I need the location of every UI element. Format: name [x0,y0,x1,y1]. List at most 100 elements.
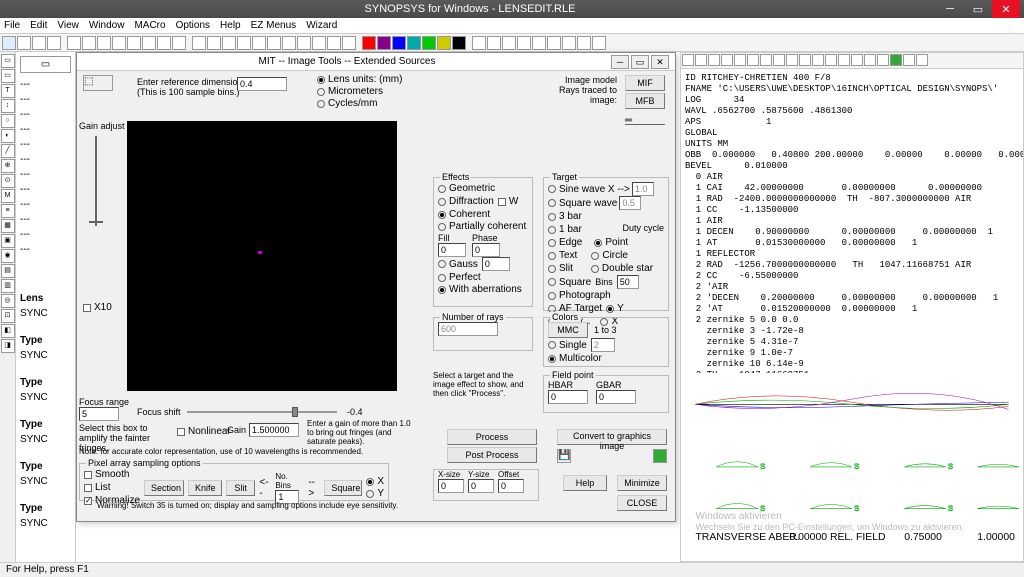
radio-sine[interactable]: Sine wave X --> [548,183,630,195]
slit-button[interactable]: Slit [226,480,255,496]
tool-btn[interactable]: ⊕ [1,159,15,173]
sampling-x[interactable]: X [366,476,384,487]
close-button[interactable]: ✕ [992,0,1020,18]
toolbar-color[interactable] [407,36,421,50]
toolbar-color[interactable] [362,36,376,50]
toolbar-btn[interactable] [222,36,236,50]
menu-window[interactable]: Window [89,20,125,31]
toolbar-btn[interactable] [172,36,186,50]
mmc-button[interactable]: MMC [548,322,588,338]
section-button[interactable]: Section [144,480,184,496]
menu-ezmenus[interactable]: EZ Menus [251,20,297,31]
toolbar-btn[interactable] [592,36,606,50]
help-button[interactable]: Help [563,475,607,491]
tool-btn[interactable]: ⊡ [1,309,15,323]
radio-gauss[interactable]: Gauss [438,259,478,270]
toolbar-btn[interactable] [682,54,694,66]
focus-slider[interactable] [187,411,337,413]
tool-btn[interactable]: ◨ [1,339,15,353]
maximize-button[interactable]: ▭ [964,0,992,18]
radio-3bar[interactable]: 3 bar [548,211,664,222]
gain-input[interactable] [249,423,299,437]
tool-btn[interactable]: ▤ [1,264,15,278]
tool-btn[interactable]: ⊙ [1,174,15,188]
fill-input[interactable] [438,243,466,257]
offset-input[interactable] [498,479,524,493]
ysize-input[interactable] [468,479,494,493]
rays-input[interactable] [438,322,498,336]
tool-btn[interactable]: ◐ [1,129,15,143]
tool-btn[interactable]: ↕ [1,99,15,113]
toolbar-btn[interactable] [297,36,311,50]
toolbar-btn[interactable] [237,36,251,50]
toolbar-btn[interactable] [82,36,96,50]
radio-coherent[interactable]: Coherent [438,209,528,220]
list-check[interactable]: List [84,482,140,493]
toolbar-color[interactable] [377,36,391,50]
radio-single[interactable]: Single [548,340,587,351]
dialog-close[interactable]: ✕ [651,55,669,69]
radio-text[interactable]: Text [548,250,577,261]
toolbar-btn[interactable] [342,36,356,50]
toolbar-btn[interactable] [502,36,516,50]
convert-button[interactable]: Convert to graphics image [557,429,667,445]
toolbar-btn[interactable] [252,36,266,50]
dialog-minimize[interactable]: ─ [611,55,629,69]
gauss-input[interactable] [482,257,510,271]
radio-perfect[interactable]: Perfect [438,272,528,283]
radio-double[interactable]: Double star [591,263,653,274]
x10-check[interactable]: X10 [83,302,112,313]
radio-sqwave[interactable]: Square wave [548,197,617,209]
toolbar-color[interactable] [392,36,406,50]
radio-multi[interactable]: Multicolor [548,353,664,364]
w-check[interactable]: W [498,196,518,207]
tool-btn[interactable]: ╱ [1,144,15,158]
toolbar-btn[interactable] [47,36,61,50]
minimize-button-dlg[interactable]: Minimize [617,475,667,491]
toolbar-btn[interactable] [67,36,81,50]
smooth-check[interactable]: Smooth [84,469,140,480]
toolbar-btn[interactable] [472,36,486,50]
xsize-input[interactable] [438,479,464,493]
radio-lens-units[interactable]: Lens units: (mm) [317,74,402,85]
sampling-y[interactable]: Y [366,488,384,499]
tool-btn[interactable]: ▭ [1,69,15,83]
radio-diffraction[interactable]: Diffraction [438,196,494,207]
toolbar-btn[interactable] [32,36,46,50]
menu-wizard[interactable]: Wizard [306,20,337,31]
toolbar-btn[interactable] [577,36,591,50]
mif-button[interactable]: MIF [625,75,665,91]
radio-withab[interactable]: With aberrations [438,284,528,295]
toolbar-btn[interactable] [312,36,326,50]
toolbar-btn[interactable] [517,36,531,50]
radio-point[interactable]: Point [594,237,628,248]
toolbar-btn[interactable] [112,36,126,50]
dialog-maximize[interactable]: ▭ [631,55,649,69]
square-button[interactable]: Square [324,480,362,496]
toolbar-btn[interactable] [327,36,341,50]
tool-btn[interactable]: ◉ [1,249,15,263]
toolbar-btn[interactable] [547,36,561,50]
knife-button[interactable]: Knife [188,480,222,496]
radio-photo[interactable]: Photograph [548,290,664,301]
menu-help[interactable]: Help [220,20,241,31]
toolbar-btn[interactable] [97,36,111,50]
toolbar-btn[interactable] [17,36,31,50]
radio-geometric[interactable]: Geometric [438,183,528,194]
mfb-button[interactable]: MFB [625,93,665,109]
tool-btn[interactable]: ▥ [1,279,15,293]
menu-macro[interactable]: MACro [134,20,165,31]
postprocess-button[interactable]: Post Process [447,447,537,463]
toolbar-btn[interactable] [282,36,296,50]
tool-btn[interactable]: ▭ [1,54,15,68]
process-button[interactable]: Process [447,429,537,445]
toolbar-btn[interactable] [192,36,206,50]
minimize-button[interactable]: ─ [936,0,964,18]
menu-edit[interactable]: Edit [30,20,47,31]
nonlinear-check[interactable]: Nonlinear [177,426,231,437]
radio-slit[interactable]: Slit [548,263,573,274]
menu-file[interactable]: File [4,20,20,31]
tool-btn[interactable]: ▦ [1,219,15,233]
ok-icon[interactable] [653,449,667,463]
toolbar-color[interactable] [437,36,451,50]
